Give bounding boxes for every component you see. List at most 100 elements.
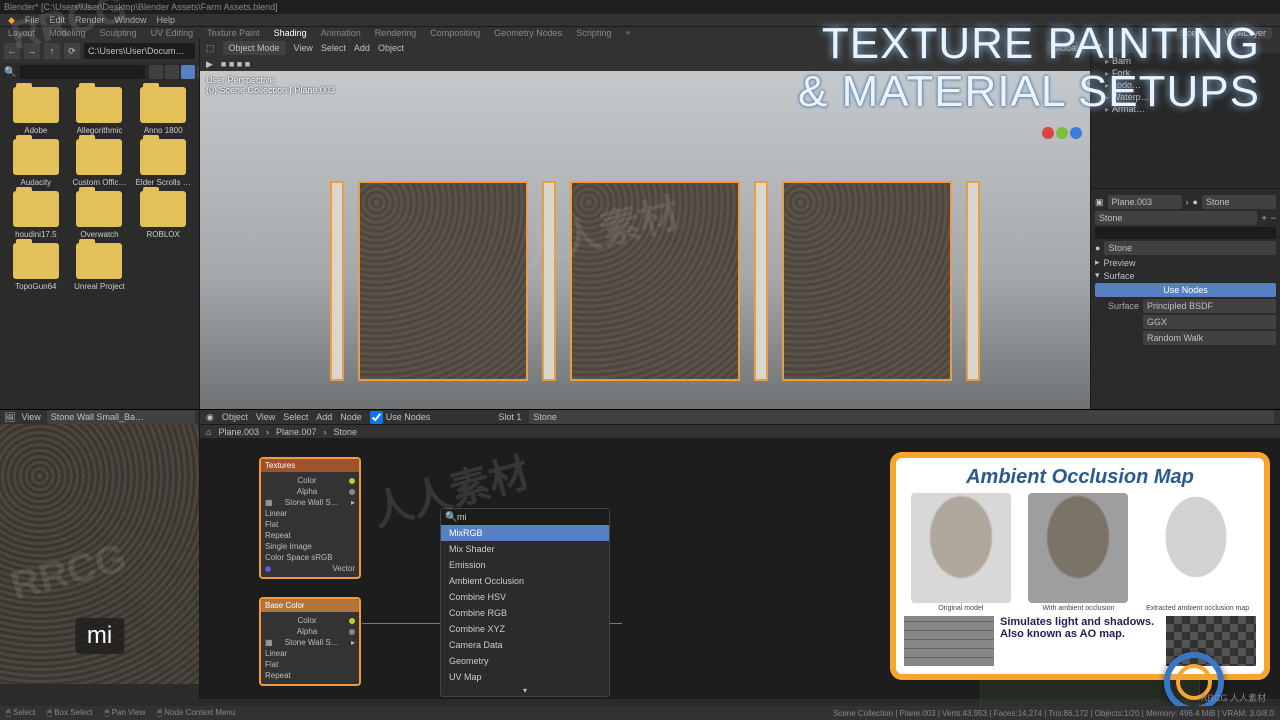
use-nodes-button[interactable]: Use Nodes (1095, 283, 1276, 297)
crumb-2[interactable]: Stone (331, 427, 361, 437)
add-node-search[interactable]: 🔍 MixRGBMix ShaderEmissionAmbient Occlus… (440, 508, 610, 697)
mode-select[interactable]: Object Mode (223, 41, 286, 55)
folder-item[interactable]: Allegorithmic (70, 87, 130, 135)
search-result[interactable]: Ambient Occlusion (441, 573, 609, 589)
node-search-input[interactable] (441, 509, 609, 525)
props-object[interactable]: Plane.003 (1108, 195, 1182, 209)
tab-layout[interactable]: Layout (8, 28, 35, 38)
folder-item[interactable]: TopoGun64 (6, 243, 66, 291)
fb-back-icon[interactable]: ← (4, 43, 20, 59)
crumb-0[interactable]: Plane.003 (215, 427, 262, 437)
surface-shader[interactable]: Principled BSDF (1143, 299, 1276, 313)
ne-view[interactable]: View (256, 412, 275, 422)
node-image-texture-1[interactable]: Textures Color Alpha ▦Stone Wall S…▸ Lin… (260, 458, 360, 578)
fb-refresh-icon[interactable]: ⟳ (64, 43, 80, 59)
crumb-home-icon[interactable]: ⌂ (206, 427, 211, 437)
ne-editor-icon[interactable]: ◉ (206, 412, 214, 423)
tab-add-workspace[interactable]: + (625, 28, 630, 38)
axis-z-icon[interactable] (1070, 127, 1082, 139)
play-icon[interactable]: ▶ (206, 59, 213, 70)
fb-list-view-icon[interactable] (149, 65, 163, 79)
mat-remove-icon[interactable]: − (1271, 213, 1276, 223)
search-result[interactable]: Geometry (441, 653, 609, 669)
crumb-1[interactable]: Plane.007 (273, 427, 320, 437)
folder-item[interactable]: Custom Offic… (70, 139, 130, 187)
search-result[interactable]: Camera Data (441, 637, 609, 653)
scene-object-wall (330, 181, 980, 381)
ne-material[interactable]: Stone (529, 410, 1274, 424)
vp-add[interactable]: Add (354, 43, 370, 53)
mat-browse-icon[interactable]: ● (1095, 243, 1100, 253)
menu-render[interactable]: Render (75, 15, 105, 25)
ne-slot[interactable]: Slot 1 (498, 412, 521, 422)
folder-item[interactable]: Overwatch (70, 191, 130, 239)
editor-type-icon[interactable]: ⬚ (206, 43, 215, 54)
img-view-menu[interactable]: View (21, 412, 40, 422)
fb-fwd-icon[interactable]: → (24, 43, 40, 59)
tab-geo[interactable]: Geometry Nodes (494, 28, 562, 38)
distribution[interactable]: GGX (1143, 315, 1276, 329)
select-tools[interactable]: ■ ■ ■ ■ (221, 59, 250, 69)
mat-add-icon[interactable]: + (1261, 213, 1266, 223)
img-header: 🖼 View Stone Wall Small_Ba… (0, 410, 199, 424)
ne-add[interactable]: Add (316, 412, 332, 422)
subsurface-method[interactable]: Random Walk (1143, 331, 1276, 345)
search-result[interactable]: MixRGB (441, 525, 609, 541)
tab-sculpting[interactable]: Sculpting (100, 28, 137, 38)
fb-path-field[interactable]: C:\Users\User\Docum… (84, 43, 195, 59)
vp-view[interactable]: View (294, 43, 313, 53)
tab-render[interactable]: Rendering (375, 28, 417, 38)
axis-x-icon[interactable] (1042, 127, 1054, 139)
menu-file[interactable]: File (25, 15, 40, 25)
search-result[interactable]: Mix Shader (441, 541, 609, 557)
ne-use-nodes[interactable]: Use Nodes (370, 411, 431, 424)
tab-anim[interactable]: Animation (321, 28, 361, 38)
search-result[interactable]: Combine XYZ (441, 621, 609, 637)
ne-select[interactable]: Select (283, 412, 308, 422)
fb-thumb-view-icon[interactable] (181, 65, 195, 79)
typed-overlay: mi (75, 618, 124, 654)
folder-item[interactable]: ROBLOX (133, 191, 193, 239)
node-image-texture-2[interactable]: Base Color Color Alpha ▦Stone Wall S…▸ L… (260, 598, 360, 685)
image-editor[interactable]: 🖼 View Stone Wall Small_Ba… mi (0, 410, 200, 699)
viewport-canvas[interactable]: User Perspective (0) Scene Collection | … (200, 71, 1090, 409)
vp-select[interactable]: Select (321, 43, 346, 53)
folder-item[interactable]: Elder Scrolls … (133, 139, 193, 187)
preview-panel[interactable]: ▸ Preview (1095, 257, 1276, 268)
menu-edit[interactable]: Edit (49, 15, 65, 25)
menu-window[interactable]: Window (114, 15, 146, 25)
axis-gizmo[interactable] (1042, 127, 1082, 139)
tab-texpaint[interactable]: Texture Paint (207, 28, 260, 38)
search-result[interactable]: Combine HSV (441, 589, 609, 605)
mat-slot[interactable]: Stone (1095, 211, 1257, 225)
tab-comp[interactable]: Compositing (430, 28, 480, 38)
ao-info-card: Ambient Occlusion Map Original model Wit… (890, 452, 1270, 680)
image-canvas[interactable]: mi (0, 424, 199, 684)
tab-modeling[interactable]: Modeling (49, 28, 86, 38)
folder-item[interactable]: Unreal Project (70, 243, 130, 291)
tab-script[interactable]: Scripting (576, 28, 611, 38)
folder-item[interactable]: houdini17.5 (6, 191, 66, 239)
search-result[interactable]: Emission (441, 557, 609, 573)
props-material[interactable]: Stone (1202, 195, 1276, 209)
vp-object[interactable]: Object (378, 43, 404, 53)
axis-y-icon[interactable] (1056, 127, 1068, 139)
search-result[interactable]: Combine RGB (441, 605, 609, 621)
tab-uv[interactable]: UV Editing (151, 28, 194, 38)
img-name[interactable]: Stone Wall Small_Ba… (47, 410, 195, 424)
search-result[interactable]: UV Map (441, 669, 609, 685)
ne-shader-type[interactable]: Object (222, 412, 248, 422)
folder-item[interactable]: Audacity (6, 139, 66, 187)
fb-search-input[interactable] (20, 65, 145, 79)
fb-up-icon[interactable]: ↑ (44, 43, 60, 59)
tab-shading[interactable]: Shading (274, 28, 307, 38)
mat-name[interactable]: Stone (1104, 241, 1276, 255)
fb-col-view-icon[interactable] (165, 65, 179, 79)
menu-help[interactable]: Help (157, 15, 176, 25)
folder-item[interactable]: Anno 1800 (133, 87, 193, 135)
mat-slot-list[interactable] (1095, 227, 1276, 239)
img-editor-icon[interactable]: 🖼 (4, 412, 15, 423)
ne-node[interactable]: Node (340, 412, 362, 422)
folder-item[interactable]: Adobe (6, 87, 66, 135)
surface-panel[interactable]: ▾ Surface (1095, 270, 1276, 281)
